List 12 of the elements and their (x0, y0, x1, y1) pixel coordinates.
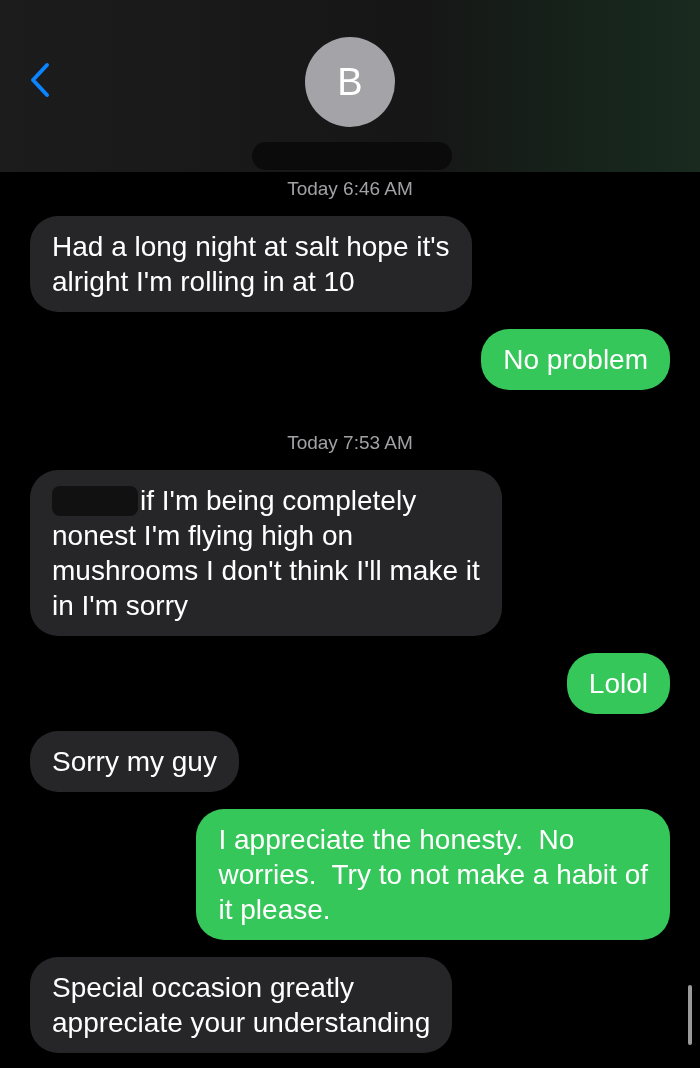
timestamp: Today 7:53 AM (287, 432, 413, 454)
contact-avatar[interactable]: B (305, 37, 395, 127)
back-icon[interactable] (30, 62, 50, 98)
received-message: Sorry my guy (30, 731, 239, 792)
received-message: Had a long night at salt hope it's alright I'm rolling in at 10 (30, 216, 472, 312)
received-message: Special occasion greatly appreciate your understanding (30, 957, 453, 1053)
sent-message: Lolol (566, 653, 670, 714)
sent-message: I appreciate the honesty. No worries. Try to not make a habit of it please. (196, 809, 670, 940)
timestamp: Today 6:46 AM (287, 178, 413, 200)
sent-message: No problem (481, 329, 670, 390)
received-message: if I'm being completely nonest I'm flying high on mushrooms I don't think I'll make it in I'm sorry (30, 470, 502, 636)
scrollbar (688, 985, 692, 1045)
